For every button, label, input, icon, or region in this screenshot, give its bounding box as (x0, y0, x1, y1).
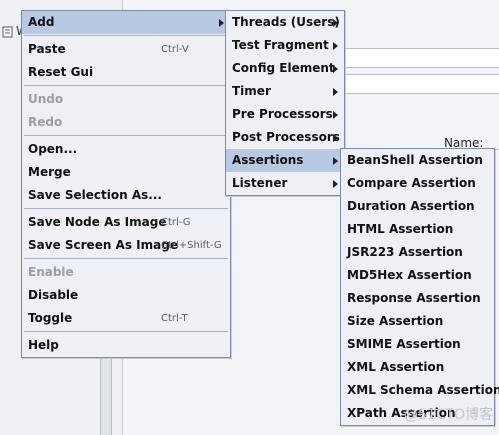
menu-item-label: XML Schema Assertion (347, 383, 499, 397)
menu-item-redo: Redo (22, 111, 230, 134)
menu-item-toggle[interactable]: Toggle Ctrl-T (22, 307, 230, 330)
submenu-arrow-icon (333, 42, 338, 50)
menu-item-smime-assertion[interactable]: SMIME Assertion (341, 333, 494, 356)
menu-item-disable[interactable]: Disable (22, 284, 230, 307)
text-field-secondary[interactable] (345, 74, 499, 94)
menu-item-timer[interactable]: Timer (226, 80, 344, 103)
menu-item-label: HTML Assertion (347, 222, 454, 236)
menu-item-open[interactable]: Open... (22, 138, 230, 161)
menu-item-label: Threads (Users) (232, 15, 340, 29)
submenu-arrow-icon (333, 157, 338, 165)
menu-item-add[interactable]: Add (22, 11, 230, 34)
menu-separator (24, 135, 228, 136)
menu-item-label: Paste (28, 42, 66, 56)
menu-item-reset-gui[interactable]: Reset Gui (22, 61, 230, 84)
menu-item-enable: Enable (22, 261, 230, 284)
add-submenu: Threads (Users) Test Fragment Config Eleme… (225, 10, 345, 196)
menu-item-post-processors[interactable]: Post Processors (226, 126, 344, 149)
menu-item-label: Timer (232, 84, 271, 98)
menu-item-save-node-as-image[interactable]: Save Node As Image Ctrl-G (22, 211, 230, 234)
menu-item-label: JSR223 Assertion (347, 245, 463, 259)
menu-item-label: Listener (232, 176, 288, 190)
submenu-arrow-icon (333, 19, 338, 27)
menu-item-label: Open... (28, 142, 78, 156)
menu-item-merge[interactable]: Merge (22, 161, 230, 184)
shortcut-label: Ctrl-T (161, 313, 188, 324)
menu-separator (24, 331, 228, 332)
menu-item-label: Add (28, 15, 55, 29)
menu-item-label: SMIME Assertion (347, 337, 461, 351)
menu-item-label: Size Assertion (347, 314, 444, 328)
menu-item-label: Save Screen As Image (28, 238, 178, 252)
menu-item-label: Undo (28, 92, 64, 106)
menu-separator (24, 35, 228, 36)
submenu-arrow-icon (333, 88, 338, 96)
menu-item-label: Config Element (232, 61, 335, 75)
menu-item-response-assertion[interactable]: Response Assertion (341, 287, 494, 310)
menu-item-md5hex-assertion[interactable]: MD5Hex Assertion (341, 264, 494, 287)
menu-item-label: Toggle (28, 311, 73, 325)
shortcut-label: Ctrl-G (161, 217, 191, 228)
menu-item-label: Save Node As Image (28, 215, 167, 229)
tree-node-icon (2, 26, 14, 38)
context-menu: Add Paste Ctrl-V Reset Gui Undo Redo Open... Me… (21, 10, 231, 358)
assertions-submenu: BeanShell Assertion Compare Assertion Dura… (340, 148, 499, 426)
menu-item-paste[interactable]: Paste Ctrl-V (22, 38, 230, 61)
menu-item-config-element[interactable]: Config Element (226, 57, 344, 80)
menu-item-label: Pre Processors (232, 107, 333, 121)
menu-separator (24, 85, 228, 86)
menu-item-xml-schema-assertion[interactable]: XML Schema Assertion (341, 379, 499, 402)
menu-item-save-screen-as-image[interactable]: Save Screen As Image Ctrl+Shift-G (22, 234, 230, 257)
menu-item-xml-assertion[interactable]: XML Assertion (341, 356, 494, 379)
menu-item-label: Merge (28, 165, 71, 179)
menu-item-label: Response Assertion (347, 291, 481, 305)
watermark: @51CTO博客 (404, 407, 494, 423)
menu-separator (24, 208, 228, 209)
menu-item-label: Redo (28, 115, 63, 129)
tree-scroll-column (100, 355, 112, 435)
menu-item-beanshell-assertion[interactable]: BeanShell Assertion (341, 149, 494, 172)
menu-item-help[interactable]: Help (22, 334, 230, 357)
submenu-arrow-icon (333, 180, 338, 188)
menu-item-label: Save Selection As... (28, 188, 162, 202)
menu-item-compare-assertion[interactable]: Compare Assertion (341, 172, 494, 195)
menu-item-label: Disable (28, 288, 79, 302)
menu-item-label: Post Processors (232, 130, 340, 144)
menu-item-label: Compare Assertion (347, 176, 476, 190)
menu-item-threads-users[interactable]: Threads (Users) (226, 11, 344, 34)
menu-item-label: Duration Assertion (347, 199, 475, 213)
submenu-arrow-icon (219, 19, 224, 27)
menu-item-label: Enable (28, 265, 74, 279)
submenu-arrow-icon (333, 134, 338, 142)
menu-item-test-fragment[interactable]: Test Fragment (226, 34, 344, 57)
menu-separator (24, 258, 228, 259)
text-field[interactable] (345, 48, 499, 68)
menu-item-label: MD5Hex Assertion (347, 268, 472, 282)
menu-item-listener[interactable]: Listener (226, 172, 344, 195)
menu-item-duration-assertion[interactable]: Duration Assertion (341, 195, 494, 218)
menu-item-size-assertion[interactable]: Size Assertion (341, 310, 494, 333)
menu-item-label: Test Fragment (232, 38, 329, 52)
shortcut-label: Ctrl-V (161, 44, 189, 55)
menu-item-label: Assertions (232, 153, 304, 167)
menu-item-assertions[interactable]: Assertions (226, 149, 344, 172)
menu-item-label: XML Assertion (347, 360, 445, 374)
menu-item-save-selection-as[interactable]: Save Selection As... (22, 184, 230, 207)
shortcut-label: Ctrl+Shift-G (161, 240, 222, 251)
submenu-arrow-icon (333, 65, 338, 73)
menu-item-jsr223-assertion[interactable]: JSR223 Assertion (341, 241, 494, 264)
menu-item-label: Reset Gui (28, 65, 94, 79)
submenu-arrow-icon (333, 111, 338, 119)
menu-item-html-assertion[interactable]: HTML Assertion (341, 218, 494, 241)
menu-item-label: Help (28, 338, 59, 352)
menu-item-label: BeanShell Assertion (347, 153, 483, 167)
menu-item-pre-processors[interactable]: Pre Processors (226, 103, 344, 126)
menu-item-undo: Undo (22, 88, 230, 111)
